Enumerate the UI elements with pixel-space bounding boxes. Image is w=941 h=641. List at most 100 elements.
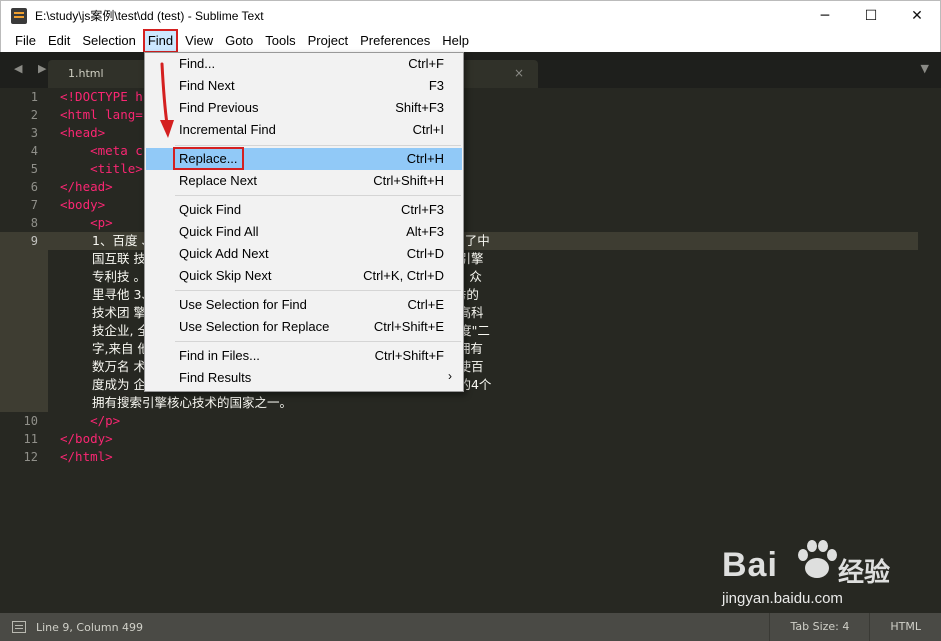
menu-item-find-next[interactable]: Find Next F3 bbox=[146, 75, 462, 97]
menu-find[interactable]: Find bbox=[142, 29, 179, 53]
menu-item-quick-find[interactable]: Quick Find Ctrl+F3 bbox=[146, 199, 462, 221]
menu-item-label: Find Previous bbox=[179, 100, 259, 115]
submenu-arrow-icon: › bbox=[448, 369, 452, 383]
code-line-11: </body> bbox=[60, 431, 113, 446]
menu-item-label: Use Selection for Replace bbox=[179, 319, 330, 334]
menu-item-label: Quick Find All bbox=[179, 224, 259, 239]
menu-item-label: Use Selection for Find bbox=[179, 297, 307, 312]
baidu-paw-icon bbox=[798, 540, 837, 578]
find-menu-dropdown: Find... Ctrl+F Find Next F3 Find Previou… bbox=[144, 52, 464, 392]
code-line-7: <body> bbox=[60, 197, 106, 212]
menu-separator bbox=[175, 290, 461, 291]
tab-size-selector[interactable]: Tab Size: 4 bbox=[769, 613, 869, 641]
menu-project[interactable]: Project bbox=[302, 30, 354, 52]
menu-bar: File Edit Selection Find View Goto Tools… bbox=[0, 29, 941, 53]
menu-separator bbox=[175, 145, 461, 146]
line-number: 4 bbox=[30, 144, 38, 158]
menu-item-shortcut: Ctrl+I bbox=[412, 122, 444, 137]
menu-edit[interactable]: Edit bbox=[42, 30, 76, 52]
menu-item-label: Find... bbox=[179, 56, 216, 71]
menu-item-find-results[interactable]: Find Results › bbox=[146, 367, 462, 389]
line-number: 5 bbox=[30, 162, 38, 176]
menu-item-incremental-find[interactable]: Incremental Find Ctrl+I bbox=[146, 119, 462, 141]
red-arrow-annotation-icon bbox=[160, 62, 174, 138]
menu-item-shortcut: Ctrl+E bbox=[407, 297, 444, 312]
line-number: 3 bbox=[30, 126, 38, 140]
code-line-12: </html> bbox=[60, 449, 113, 464]
line-number: 2 bbox=[30, 108, 38, 122]
menu-file[interactable]: File bbox=[9, 30, 42, 52]
menu-item-label: Replace... bbox=[173, 147, 244, 170]
vertical-scrollbar[interactable] bbox=[929, 90, 937, 610]
menu-view[interactable]: View bbox=[179, 30, 219, 52]
sublime-app-icon bbox=[11, 7, 27, 24]
menu-item-replace[interactable]: Replace... Ctrl+H bbox=[146, 147, 462, 170]
code-line-2: <html lang= bbox=[60, 107, 143, 122]
menu-item-use-selection-for-replace[interactable]: Use Selection for Replace Ctrl+Shift+E bbox=[146, 316, 462, 338]
tab-close-icon[interactable]: × bbox=[514, 66, 524, 80]
menu-selection[interactable]: Selection bbox=[76, 30, 141, 52]
menu-item-replace-next[interactable]: Replace Next Ctrl+Shift+H bbox=[146, 170, 462, 192]
menu-tools[interactable]: Tools bbox=[259, 30, 301, 52]
line-number-current: 9 bbox=[0, 232, 48, 412]
menu-item-quick-add-next[interactable]: Quick Add Next Ctrl+D bbox=[146, 243, 462, 265]
menu-item-find-in-files[interactable]: Find in Files... Ctrl+Shift+F bbox=[146, 345, 462, 367]
line-number: 7 bbox=[30, 198, 38, 212]
menu-item-find-previous[interactable]: Find Previous Shift+F3 bbox=[146, 97, 462, 119]
menu-item-quick-skip-next[interactable]: Quick Skip Next Ctrl+K, Ctrl+D bbox=[146, 265, 462, 287]
menu-item-shortcut: Ctrl+H bbox=[406, 151, 444, 166]
menu-item-label: Quick Skip Next bbox=[179, 268, 272, 283]
menu-item-shortcut: Alt+F3 bbox=[406, 224, 444, 239]
close-button[interactable]: ✕ bbox=[894, 1, 940, 31]
line-number: 1 bbox=[30, 90, 38, 104]
menu-item-label: Quick Add Next bbox=[179, 246, 269, 261]
tab-nav-arrows-icon[interactable]: ◀ ▶ bbox=[14, 62, 52, 75]
menu-item-label: Find Results bbox=[179, 370, 252, 385]
menu-item-quick-find-all[interactable]: Quick Find All Alt+F3 bbox=[146, 221, 462, 243]
menu-help[interactable]: Help bbox=[436, 30, 475, 52]
line-number-gutter: 1 2 3 4 5 6 7 8 9 10 11 12 bbox=[0, 88, 48, 613]
menu-item-shortcut: F3 bbox=[428, 78, 444, 93]
menu-item-label: Incremental Find bbox=[179, 122, 276, 137]
tab-bar: ◀ ▶ 1.html × ▼ bbox=[0, 52, 941, 88]
menu-item-find[interactable]: Find... Ctrl+F bbox=[146, 53, 462, 75]
menu-item-shortcut: Ctrl+F bbox=[408, 56, 444, 71]
syntax-selector[interactable]: HTML bbox=[869, 613, 941, 641]
code-line-8: <p> bbox=[60, 215, 113, 230]
menu-item-shortcut: Ctrl+Shift+F bbox=[374, 348, 444, 363]
menu-item-label: Find in Files... bbox=[179, 348, 260, 363]
menu-separator bbox=[175, 195, 461, 196]
menu-item-shortcut: Ctrl+Shift+E bbox=[373, 319, 444, 334]
minimize-button[interactable]: ─ bbox=[802, 1, 848, 31]
code-line-6: </head> bbox=[60, 179, 113, 194]
menu-item-use-selection-for-find[interactable]: Use Selection for Find Ctrl+E bbox=[146, 294, 462, 316]
code-line-5: <title> bbox=[60, 161, 143, 176]
baidu-jingyan-watermark: Bai 经验 jingyan.baidu.com bbox=[722, 538, 922, 618]
window-title: E:\study\js案例\test\dd (test) - Sublime T… bbox=[35, 9, 264, 23]
menu-item-label: Find Next bbox=[179, 78, 235, 93]
line-number: 12 bbox=[23, 450, 38, 464]
menu-item-shortcut: Ctrl+Shift+H bbox=[373, 173, 444, 188]
maximize-button[interactable]: ☐ bbox=[848, 1, 894, 31]
watermark-url: jingyan.baidu.com bbox=[722, 590, 843, 607]
menu-goto[interactable]: Goto bbox=[219, 30, 259, 52]
paragraph-line: 拥有搜索引擎核心技术的国家之一。 bbox=[92, 395, 293, 410]
code-line-10: </p> bbox=[60, 413, 121, 428]
watermark-brand: Bai bbox=[722, 546, 778, 584]
title-bar: E:\study\js案例\test\dd (test) - Sublime T… bbox=[0, 0, 941, 30]
menu-item-shortcut: Shift+F3 bbox=[395, 100, 444, 115]
menu-preferences[interactable]: Preferences bbox=[354, 30, 436, 52]
tab-label: 1.html bbox=[68, 67, 104, 80]
cursor-position: Line 9, Column 499 bbox=[36, 620, 144, 634]
menu-item-label: Quick Find bbox=[179, 202, 242, 217]
menu-item-label: Replace Next bbox=[179, 173, 258, 188]
window-controls: ─ ☐ ✕ bbox=[802, 1, 940, 31]
line-number: 6 bbox=[30, 180, 38, 194]
line-number: 10 bbox=[23, 414, 38, 428]
panel-toggle-icon[interactable] bbox=[12, 621, 26, 633]
editor-area[interactable]: 1 2 3 4 5 6 7 8 9 10 11 12 <!DOCTYPE h <… bbox=[0, 88, 941, 613]
watermark-brand-suffix: 经验 bbox=[838, 558, 891, 588]
code-line-4: <meta c bbox=[60, 143, 143, 158]
status-bar: Line 9, Column 499 Tab Size: 4 HTML bbox=[0, 613, 941, 641]
tab-list-dropdown-icon[interactable]: ▼ bbox=[921, 62, 929, 75]
